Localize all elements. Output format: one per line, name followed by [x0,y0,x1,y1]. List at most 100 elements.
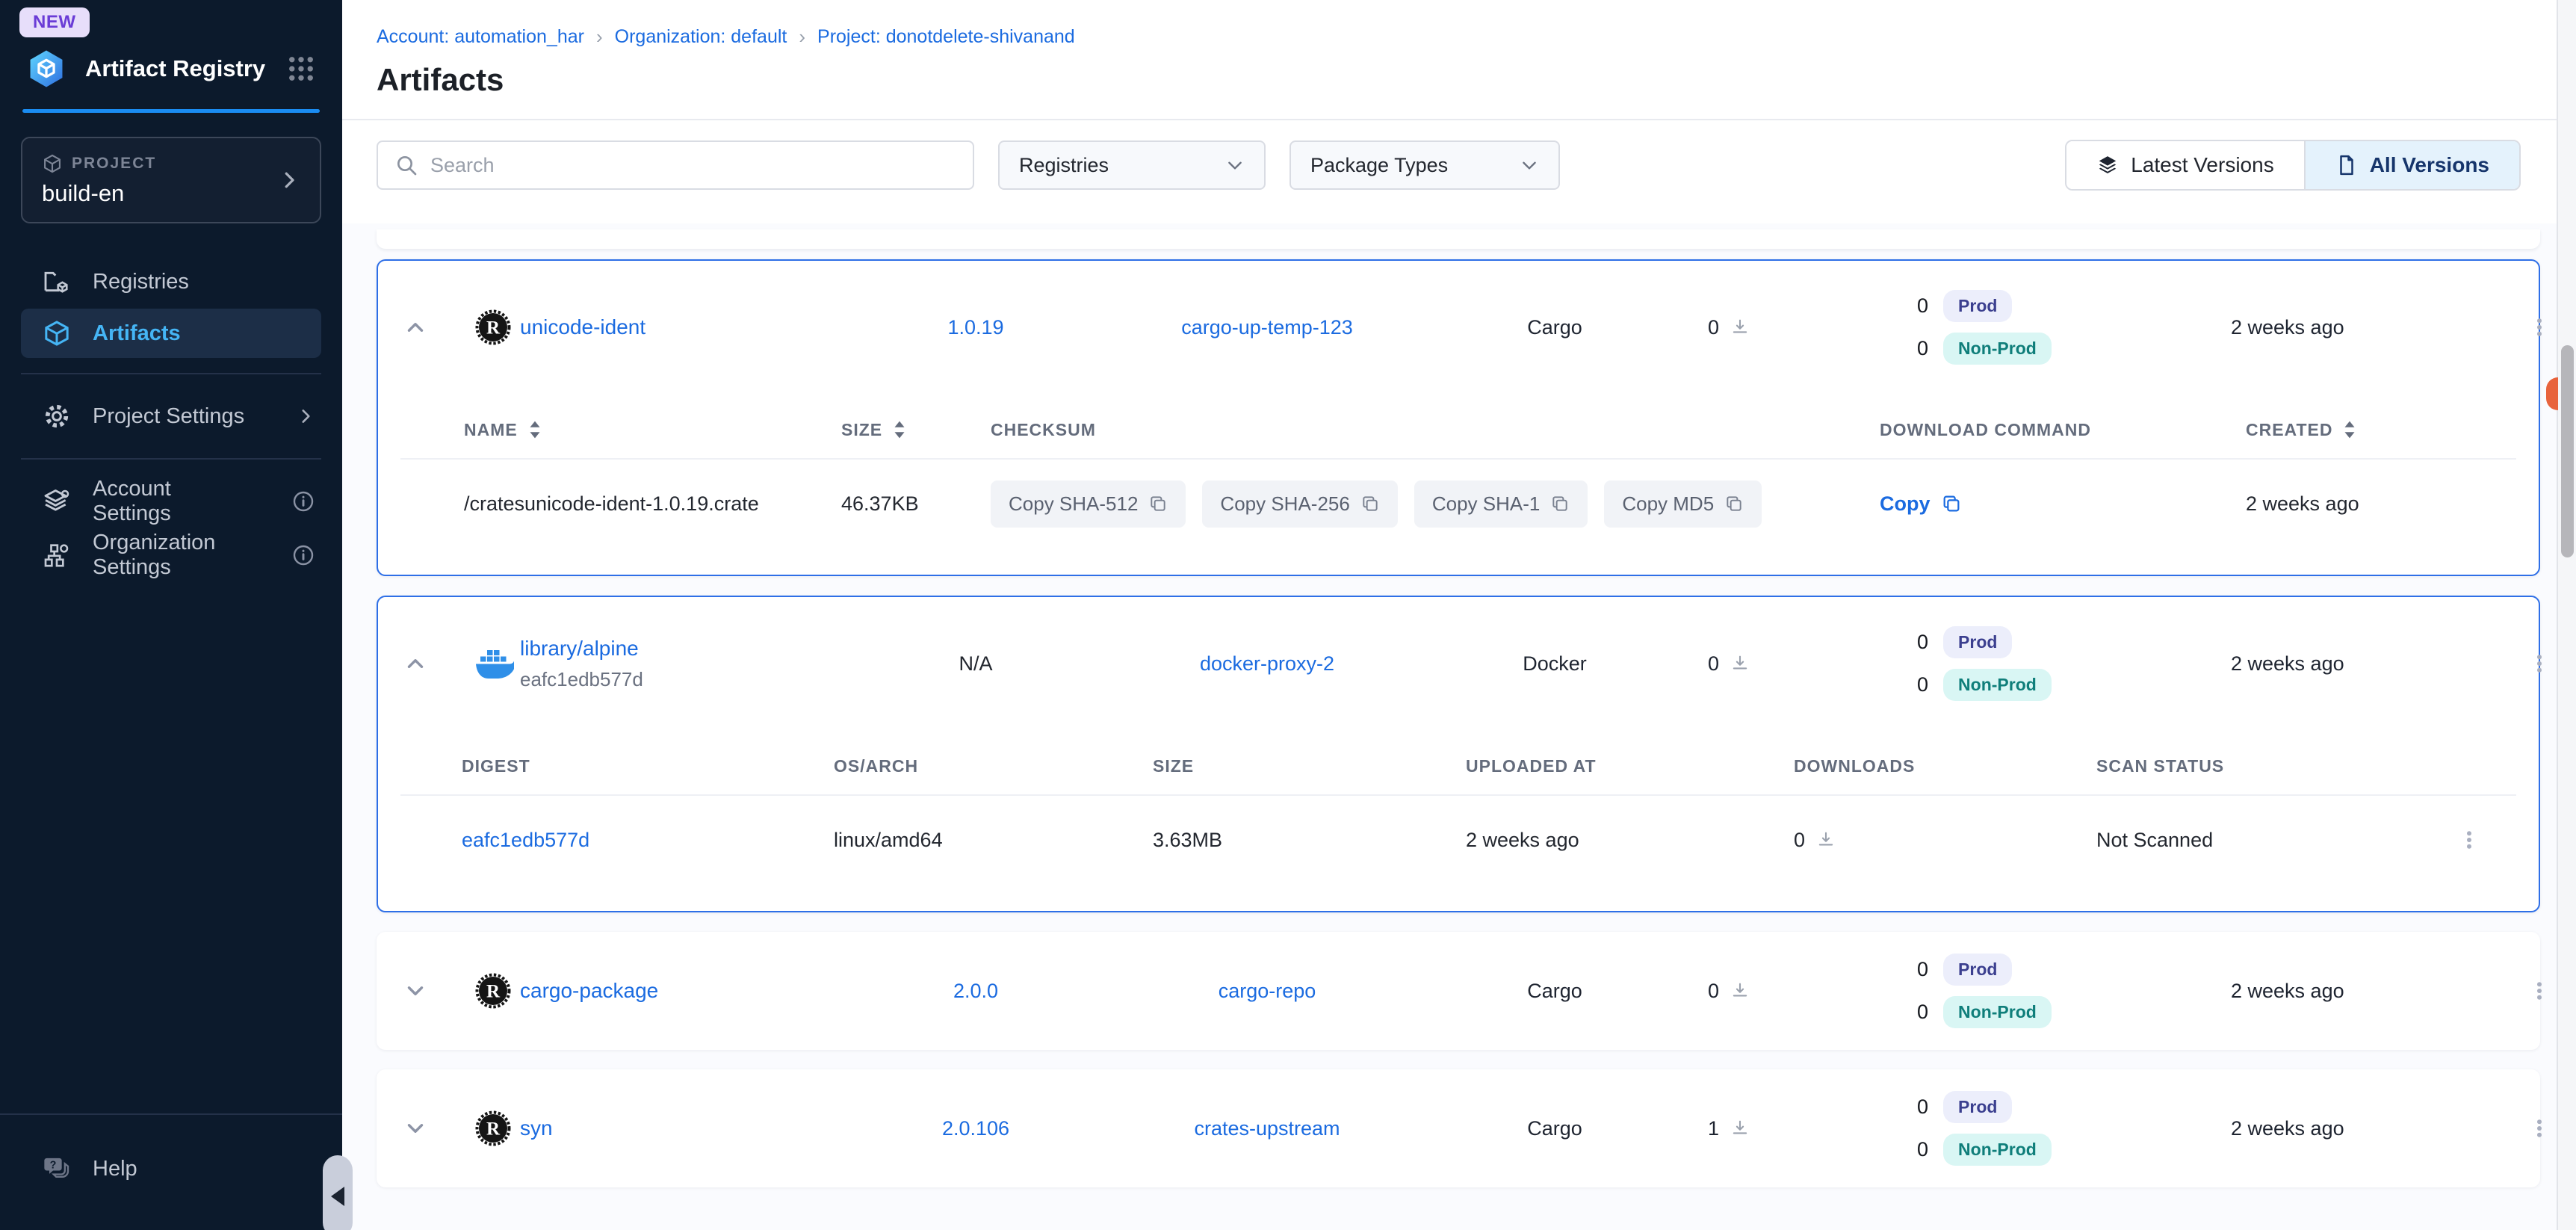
artifact-row: R cargo-package 2.0.0 cargo-repo Cargo 0… [378,933,2539,1048]
download-icon [1730,1118,1750,1139]
row-menu-kebab-icon[interactable] [2522,974,2557,1008]
sidebar-item-artifacts[interactable]: Artifacts [21,309,321,358]
artifact-version-link[interactable]: 1.0.19 [947,316,1003,339]
deployments-cell: 0Prod 0Non-Prod [1902,290,2201,365]
sort-icon [891,420,908,439]
row-menu-kebab-icon[interactable] [2522,310,2557,344]
prod-badge: Prod [1943,626,2012,658]
sidebar-nav: Registries Artifacts Project Settings [0,255,342,582]
artifact-row: R syn 2.0.106 crates-upstream Cargo 1 0P… [378,1071,2539,1186]
copy-download-command-button[interactable]: Copy [1880,492,1962,516]
collapse-row-button[interactable] [395,643,436,684]
info-icon[interactable] [291,543,315,567]
copy-icon [1148,494,1168,513]
column-header-size[interactable]: SIZE [841,420,991,440]
svg-text:R: R [486,982,501,1002]
svg-text:?: ? [50,1159,57,1171]
column-header-created[interactable]: CREATED [2246,420,2516,440]
svg-text:R: R [486,318,501,339]
copy-md5-button[interactable]: Copy MD5 [1604,480,1762,528]
column-header-size: SIZE [1153,756,1466,776]
sidebar-item-project-settings[interactable]: Project Settings [0,389,342,443]
chevron-down-icon [1225,155,1245,175]
digest-downloads: 0 [1794,829,2096,852]
collapse-left-icon [331,1187,344,1206]
artifact-registry-link[interactable]: crates-upstream [1194,1117,1340,1140]
breadcrumb-organization-link[interactable]: Organization: default [615,26,787,48]
registries-filter-label: Registries [1019,154,1210,177]
files-table-header: NAME SIZE CHECKSUM DOWNLOAD COMMAND CREA… [400,401,2516,458]
artifact-registry-link[interactable]: docker-proxy-2 [1200,652,1334,675]
column-header-downloads: DOWNLOADS [1794,756,2096,776]
copy-sha256-button[interactable]: Copy SHA-256 [1202,480,1397,528]
column-header-name[interactable]: NAME [400,420,841,440]
prod-count: 0 [1917,631,1928,654]
sidebar-collapse-handle[interactable] [323,1155,353,1230]
artifact-version-link[interactable]: 2.0.106 [942,1117,1009,1140]
copy-sha512-button[interactable]: Copy SHA-512 [991,480,1186,528]
toolbar: Registries Package Types Latest [342,120,2576,223]
artifact-registry-link[interactable]: cargo-up-temp-123 [1181,316,1353,339]
layers-icon [2096,154,2119,176]
file-icon [2335,154,2358,176]
rust-package-icon: R [475,309,511,345]
rust-package-icon: R [475,973,511,1009]
downloads-count: 0 [1656,316,1902,339]
file-size: 46.37KB [841,492,991,516]
project-name: build-en [42,180,278,207]
checksum-buttons: Copy SHA-512 Copy SHA-256 Copy SHA-1 [991,480,1880,528]
all-versions-button[interactable]: All Versions [2304,141,2519,189]
collapse-row-button[interactable] [395,307,436,347]
sidebar-item-organization-settings[interactable]: Organization Settings [0,528,342,582]
file-created-date: 2 weeks ago [2246,492,2516,516]
help-button[interactable]: ? Help [0,1142,342,1196]
deployments-cell: 0Prod 0Non-Prod [1902,1091,2201,1166]
artifact-name-link[interactable]: library/alpine [520,637,639,660]
artifact-version-link[interactable]: 2.0.0 [953,980,998,1002]
sidebar-item-account-settings[interactable]: Account Settings [0,475,342,528]
breadcrumb-account-link[interactable]: Account: automation_har [377,26,584,48]
package-types-filter-dropdown[interactable]: Package Types [1289,140,1560,190]
created-date: 2 weeks ago [2201,980,2522,1003]
brand-underline [22,109,320,113]
row-menu-kebab-icon[interactable] [2522,1111,2557,1146]
org-chart-gear-icon [42,540,72,570]
artifact-name-link[interactable]: unicode-ident [520,315,645,339]
package-type: Docker [1454,652,1656,676]
deployments-cell: 0Prod 0Non-Prod [1902,954,2201,1028]
svg-text:R: R [486,1119,501,1140]
expand-row-button[interactable] [395,971,436,1011]
expand-row-button[interactable] [395,1108,436,1149]
artifact-registry-link[interactable]: cargo-repo [1219,980,1316,1002]
artifact-row: R unicode-ident 1.0.19 cargo-up-temp-123… [378,261,2539,394]
created-date: 2 weeks ago [2201,652,2522,676]
download-icon [1730,653,1750,674]
artifact-name-link[interactable]: syn [520,1116,553,1140]
notification-side-tab[interactable] [2546,377,2558,410]
row-menu-kebab-icon[interactable] [2522,646,2557,681]
artifact-digest-subtitle: eafc1edb577d [520,668,871,691]
scrollbar-thumb[interactable] [2561,345,2574,557]
new-badge: NEW [19,7,90,37]
digest-link[interactable]: eafc1edb577d [462,829,589,851]
artifact-name-link[interactable]: cargo-package [520,979,658,1002]
app-title: Artifact Registry [85,55,267,82]
all-versions-label: All Versions [2370,153,2489,177]
versions-view-toggle: Latest Versions All Versions [2065,140,2521,191]
artifact-card-syn: R syn 2.0.106 crates-upstream Cargo 1 0P… [377,1069,2540,1187]
copy-sha1-button[interactable]: Copy SHA-1 [1414,480,1588,528]
created-date: 2 weeks ago [2201,316,2522,339]
docker-versions-table: DIGEST OS/ARCH SIZE UPLOADED AT DOWNLOAD… [378,730,2539,911]
project-cube-icon [42,153,63,174]
non-prod-count: 0 [1917,1138,1928,1161]
sidebar-item-registries[interactable]: Registries [0,255,342,309]
search-input[interactable] [430,154,956,177]
sort-icon [2341,420,2358,439]
breadcrumb-project-link[interactable]: Project: donotdelete-shivanand [817,26,1075,48]
row-menu-kebab-icon[interactable] [2452,823,2486,857]
latest-versions-button[interactable]: Latest Versions [2066,141,2303,189]
registries-filter-dropdown[interactable]: Registries [998,140,1266,190]
info-icon[interactable] [291,489,315,513]
project-selector[interactable]: PROJECT build-en [21,137,321,223]
apps-grid-icon[interactable] [285,53,317,84]
